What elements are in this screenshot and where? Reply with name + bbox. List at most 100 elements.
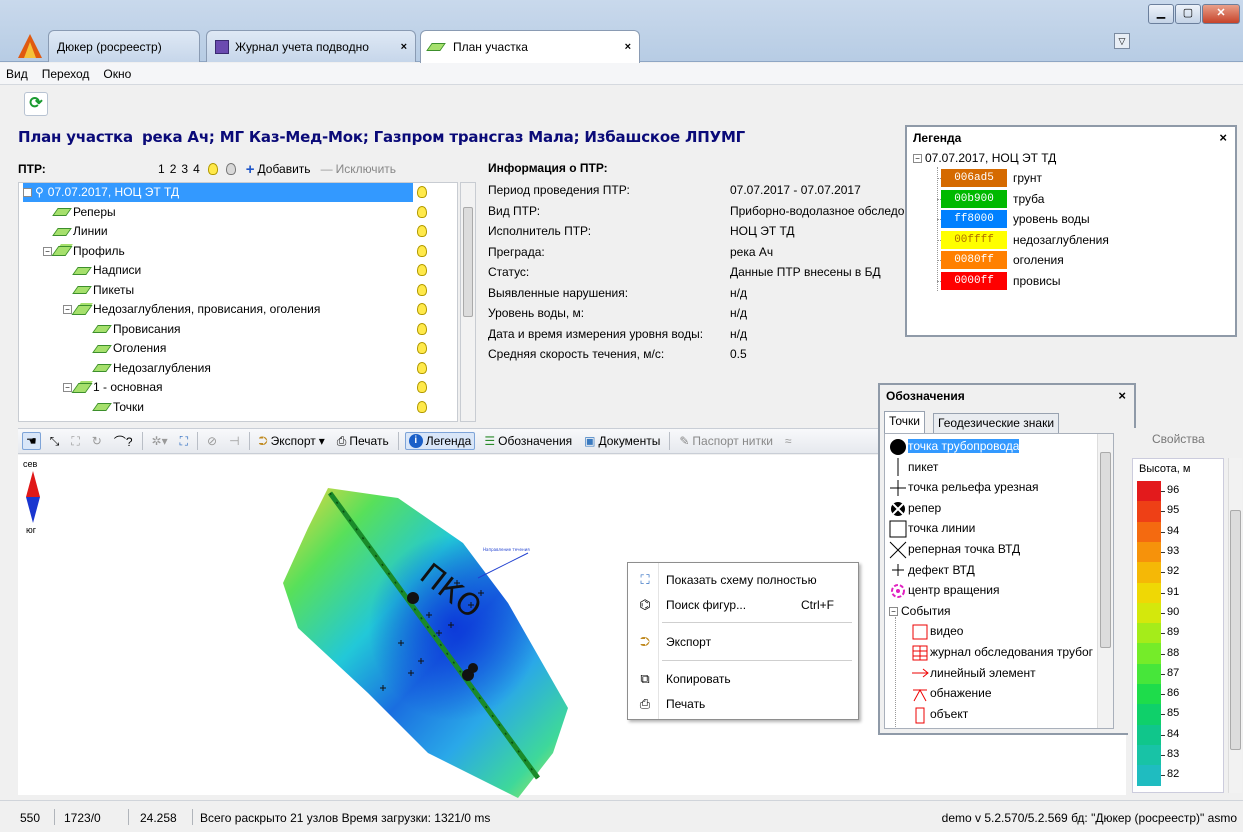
menu-navigate[interactable]: Переход — [42, 67, 90, 81]
visibility-bulb-icon[interactable] — [417, 186, 427, 198]
symbol-item[interactable]: точка рельефа урезная — [889, 477, 1039, 497]
benchmark-marker[interactable] — [407, 592, 419, 604]
tree-item[interactable]: Пикеты — [63, 281, 134, 300]
visibility-bulb-icon[interactable] — [417, 322, 427, 335]
symbols-button[interactable]: ☰ Обозначения — [481, 433, 575, 449]
pin-icon[interactable]: ⊣ — [226, 433, 242, 449]
tab-journal[interactable]: Журнал учета подводно × — [206, 30, 416, 62]
visibility-bulb-icon[interactable] — [417, 205, 427, 218]
event-item[interactable]: обнажение — [911, 683, 992, 703]
menu-item-export[interactable]: ⮊ Экспорт — [628, 631, 858, 653]
refresh-icon[interactable]: ⟳ — [24, 92, 48, 116]
tree-item[interactable]: Точки — [83, 398, 144, 417]
minimize-icon[interactable]: ▁ — [1148, 4, 1174, 24]
tree-item[interactable]: Оголения — [83, 339, 166, 358]
tab-geodetic-signs[interactable]: Геодезические знаки — [933, 413, 1060, 433]
scroll-thumb[interactable] — [463, 207, 473, 317]
visibility-bulb-icon[interactable] — [417, 225, 427, 237]
print-button[interactable]: ⎙ Печать — [334, 433, 392, 450]
legend-root[interactable]: −07.07.2017, НОЦ ЭТ ТД — [913, 151, 1056, 165]
tabs-dropdown-icon[interactable]: ▽ — [1114, 33, 1130, 49]
legend-swatch[interactable]: 0000ff — [941, 271, 1007, 290]
page-2[interactable]: 2 — [170, 162, 177, 176]
tree-scrollbar[interactable] — [460, 182, 476, 422]
passport-button[interactable]: ✎ Паспорт нитки — [676, 433, 776, 449]
page-4[interactable]: 4 — [193, 162, 200, 176]
hide-icon[interactable]: ⊘ — [204, 433, 220, 449]
wave-icon[interactable]: ≈ — [782, 433, 795, 449]
expander-icon[interactable]: − — [23, 188, 32, 198]
page-1[interactable]: 1 — [158, 162, 165, 176]
legend-swatch[interactable]: ff8000 — [941, 210, 1007, 228]
documents-button[interactable]: ▣ Документы — [581, 433, 663, 449]
visibility-bulb-icon[interactable] — [417, 400, 427, 413]
fit-icon[interactable]: ⛶ — [177, 433, 191, 450]
menu-view[interactable]: Вид — [6, 67, 28, 81]
visibility-bulb-icon[interactable] — [417, 244, 427, 257]
tree-item[interactable]: − 1 - основная — [63, 378, 163, 397]
scroll-thumb[interactable] — [1230, 510, 1241, 750]
add-button[interactable]: Добавить — [258, 162, 311, 176]
symbol-item[interactable]: реперная точка ВТД — [889, 539, 1020, 559]
select-icon[interactable]: ⛶ — [68, 433, 82, 450]
visibility-bulb-icon[interactable] — [417, 381, 427, 393]
tab-plan[interactable]: План участка × — [420, 30, 640, 63]
tree-item[interactable]: − ⚲ 07.07.2017, НОЦ ЭТ ТД — [23, 183, 413, 202]
close-icon[interactable]: × — [401, 41, 407, 53]
rotate-icon[interactable]: ↻ — [89, 433, 105, 449]
event-item[interactable]: видео — [911, 621, 963, 641]
legend-swatch[interactable]: 00b900 — [941, 189, 1007, 208]
zoom-options-icon[interactable]: ✲▾ — [149, 433, 171, 449]
tree-item[interactable]: − Недозаглубления, провисания, оголения — [63, 300, 320, 319]
bulb-on-icon[interactable] — [207, 163, 218, 175]
close-icon[interactable]: × — [1219, 127, 1227, 149]
expander-icon[interactable]: − — [63, 305, 72, 315]
properties-title[interactable]: Свойства — [1152, 432, 1205, 446]
export-button[interactable]: ⮊ Экспорт ▾ — [256, 433, 328, 450]
expander-icon[interactable]: − — [889, 607, 898, 617]
query-icon[interactable]: ⌒? — [111, 432, 136, 451]
event-item[interactable]: объект — [911, 704, 968, 724]
expander-icon[interactable]: − — [63, 383, 72, 393]
menu-window[interactable]: Окно — [103, 67, 131, 81]
menu-item-copy[interactable]: ⧉ Копировать — [628, 668, 858, 690]
visibility-bulb-icon[interactable] — [417, 264, 427, 276]
maximize-icon[interactable]: ▢ — [1175, 4, 1201, 24]
symbol-item[interactable]: пикет — [889, 457, 938, 477]
legend-swatch[interactable]: 0080ff — [941, 251, 1007, 269]
symbol-item[interactable]: репер — [889, 498, 941, 518]
menu-item-show-all[interactable]: ⛶ Показать схему полностью — [628, 569, 858, 591]
tree-item[interactable]: Провисания — [83, 320, 181, 339]
legend-button[interactable]: i Легенда — [404, 432, 476, 450]
window-close-icon[interactable]: ✕ — [1202, 4, 1240, 24]
visibility-bulb-icon[interactable] — [417, 361, 427, 374]
bathymetry-map[interactable]: ПКО Направление течения — [268, 483, 578, 813]
tree-item[interactable]: Надписи — [63, 261, 141, 280]
symbol-item[interactable]: дефект ВТД — [889, 560, 975, 580]
pan-icon[interactable]: ☚ — [22, 432, 41, 450]
event-item[interactable]: журнал обследования трубог — [911, 642, 1093, 662]
close-icon[interactable]: × — [1118, 385, 1126, 407]
tree-item[interactable]: Линии — [43, 222, 108, 241]
tree-item[interactable]: − Профиль — [43, 242, 125, 261]
legend-swatch[interactable]: 006ad5 — [941, 169, 1007, 187]
expander-icon[interactable]: − — [43, 246, 52, 256]
menu-item-find-shapes[interactable]: ⌬ Поиск фигур... Ctrl+F — [628, 594, 858, 616]
close-icon[interactable]: × — [625, 41, 631, 53]
events-group[interactable]: − События — [889, 601, 951, 621]
menu-item-print[interactable]: ⎙ Печать — [628, 693, 858, 715]
bulb-off-icon[interactable] — [225, 163, 236, 175]
tab-duker[interactable]: Дюкер (росреестр) — [48, 30, 200, 62]
visibility-bulb-icon[interactable] — [417, 303, 427, 315]
tree-item[interactable]: Реперы — [43, 203, 116, 222]
measure-icon[interactable]: ⤡ — [47, 433, 63, 450]
symbol-item[interactable]: центр вращения — [889, 580, 1000, 600]
visibility-bulb-icon[interactable] — [417, 283, 427, 296]
remove-button[interactable]: Исключить — [336, 162, 396, 176]
tab-points[interactable]: Точки — [884, 411, 926, 433]
scroll-thumb[interactable] — [1100, 452, 1111, 648]
symbols-scrollbar[interactable] — [1097, 434, 1113, 728]
properties-scrollbar[interactable] — [1228, 458, 1242, 793]
legend-swatch[interactable]: 00ffff — [941, 230, 1007, 249]
event-item[interactable]: линейный элемент — [911, 663, 1036, 683]
